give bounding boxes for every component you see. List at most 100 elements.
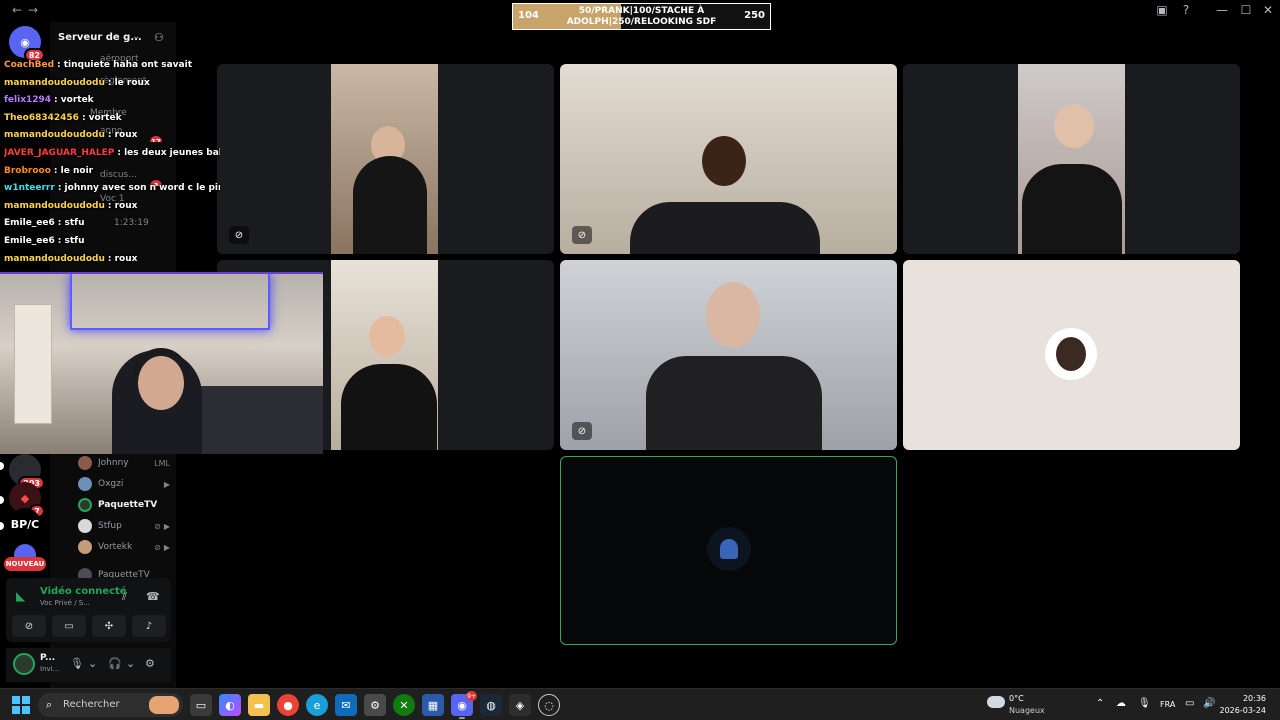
edge-icon[interactable]: e (306, 694, 328, 716)
chat-message: Emile_ee6: stfu (4, 236, 85, 246)
back-button[interactable]: ← (12, 3, 22, 17)
camera-off-button[interactable]: ⊘ (12, 615, 46, 637)
obs-icon[interactable]: ◌ (538, 694, 560, 716)
soundboard-button[interactable]: ♪ (132, 615, 166, 637)
search-icon: ⌕ (46, 698, 53, 711)
video-tile[interactable]: ⊘ (560, 64, 897, 254)
chat-username: Brobrooo (4, 165, 51, 176)
chat-username: Theo68342456 (4, 112, 79, 123)
activities-button[interactable]: ✣ (92, 615, 126, 637)
camera-off-icon: ⊘ (24, 620, 34, 632)
member-name: PaquetteTV (98, 500, 158, 510)
voice-member[interactable]: Johnny LML (78, 454, 170, 472)
steam-icon[interactable]: ◍ (480, 694, 502, 716)
disconnect-icon[interactable]: ☎ (146, 590, 160, 603)
user-avatar (707, 527, 751, 571)
voice-member[interactable]: PaquetteTV (78, 496, 170, 514)
chat-username: mamandoudoudodu (4, 200, 105, 211)
goal-counter: 104 50/PRANK|100/STACHE À ADOLPH|250/REL… (512, 3, 771, 30)
microphone-icon[interactable]: 🎙 (70, 657, 84, 670)
close-button[interactable]: ✕ (1258, 3, 1278, 17)
avatar-tile-speaking[interactable] (560, 456, 897, 645)
mute-icon: ⊘ (154, 521, 161, 531)
chat-message: JAVER_JAGUAR_HALEP: les deux jeunes baka… (4, 148, 220, 165)
outlook-icon[interactable]: ✉ (335, 694, 357, 716)
search-box[interactable]: ⌕ Rechercher (38, 693, 183, 717)
minimize-button[interactable]: — (1212, 3, 1232, 17)
chevron-up-icon[interactable]: ⌃ (1096, 698, 1104, 709)
add-member-icon[interactable]: ⚇ (154, 31, 164, 44)
windows-logo-icon (12, 696, 20, 704)
signal-icon[interactable]: ◣ (16, 589, 25, 603)
chevron-down-icon[interactable]: ⌄ (88, 657, 97, 670)
voice-member[interactable]: Vortekk ⊘ ▶ (78, 538, 170, 556)
cloud-sync-icon[interactable]: ☁ (1116, 698, 1126, 709)
help-icon[interactable]: ? (1178, 3, 1194, 19)
settings-icon[interactable]: ⚙ (364, 694, 386, 716)
stream-chat-overlay: CoachBed: tinquiete haha ont savait maman… (0, 60, 220, 272)
chat-text: roux (114, 130, 138, 141)
copilot-icon[interactable]: ◐ (219, 694, 241, 716)
search-placeholder: Rechercher (63, 699, 120, 710)
discord-taskbar-icon[interactable]: ◉ 9+ (451, 691, 477, 719)
davinci-icon[interactable]: ◈ (509, 694, 531, 716)
discord-badge: 9+ (466, 691, 477, 701)
screen-share-button[interactable]: ▭ (52, 615, 86, 637)
clock-time[interactable]: 20:36 (1243, 694, 1266, 703)
chat-username: CoachBed (4, 60, 55, 70)
weather-temp[interactable]: 0°C (1009, 694, 1024, 703)
activities-icon: ✣ (104, 620, 114, 632)
task-view-icon[interactable]: ▭ (190, 694, 212, 716)
chat-message: mamandoudoudodu: roux (4, 253, 138, 264)
server-name[interactable]: Serveur de g... (58, 32, 142, 43)
cloud-icon[interactable] (987, 696, 1005, 708)
member-name: Oxgzi (98, 479, 124, 489)
clock-date[interactable]: 2026-03-24 (1220, 706, 1267, 715)
start-button[interactable] (12, 696, 30, 714)
video-tile[interactable]: ⊘ (217, 64, 554, 254)
video-tile[interactable]: ⊘ (560, 260, 897, 450)
streamer-webcam (0, 272, 323, 454)
avatar-tile[interactable] (903, 260, 1240, 450)
inbox-icon[interactable]: ▣ (1154, 3, 1170, 19)
chat-message: mamandoudoudodu: le roux (4, 77, 150, 88)
xbox-icon[interactable]: ✕ (393, 694, 415, 716)
voice-member[interactable]: Stfup ⊘ ▶ (78, 517, 170, 535)
chat-username: mamandoudoudodu (4, 77, 105, 88)
member-name: Vortekk (98, 542, 133, 552)
settings-gear-icon[interactable]: ⚙ (145, 657, 155, 670)
chat-username: felix1294 (4, 95, 52, 106)
headphones-icon[interactable]: 🎧 (108, 657, 122, 670)
forward-button[interactable]: → (28, 3, 38, 17)
maximize-button[interactable]: ☐ (1236, 3, 1256, 17)
voice-status: Vidéo connecté (40, 586, 127, 597)
chevron-down-icon[interactable]: ⌄ (126, 657, 135, 670)
voice-channel-path[interactable]: Voc Privé / S... (40, 599, 90, 607)
participant-video (331, 260, 438, 450)
chat-text: roux (114, 253, 138, 264)
network-icon[interactable]: ▭ (1185, 698, 1194, 709)
home-button[interactable]: ◉ 82 (9, 26, 45, 62)
member-name: Stfup (98, 521, 122, 531)
participant-video (560, 64, 897, 254)
store-icon[interactable]: ▦ (422, 694, 444, 716)
avatar[interactable] (13, 653, 35, 675)
user-avatar (1045, 328, 1097, 380)
user-name[interactable]: P... (40, 653, 55, 663)
weather-desc[interactable]: Nuageux (1009, 706, 1045, 715)
chrome-icon[interactable]: ● (277, 694, 299, 716)
voice-member[interactable]: Oxgzi ▶ (78, 475, 170, 493)
chat-username: JAVER_JAGUAR_HALEP (4, 148, 115, 158)
noise-suppression-icon[interactable]: ⫽ (122, 590, 127, 604)
discord-logo-icon: ◉ (20, 35, 30, 49)
video-tile[interactable] (903, 64, 1240, 254)
volume-icon[interactable]: 🔊 (1203, 698, 1215, 709)
server-bpc[interactable]: BP/C (9, 508, 41, 540)
chevron-down-icon[interactable]: ⌄ (132, 31, 140, 42)
user-status: Invi... (40, 665, 60, 673)
unread-indicator (0, 462, 4, 470)
file-explorer-icon[interactable]: ▬ (248, 694, 270, 716)
language-indicator[interactable]: FRA (1160, 700, 1175, 709)
chat-username: w1nteerrr (4, 183, 55, 194)
microphone-icon[interactable]: 🎙 (1138, 698, 1151, 709)
